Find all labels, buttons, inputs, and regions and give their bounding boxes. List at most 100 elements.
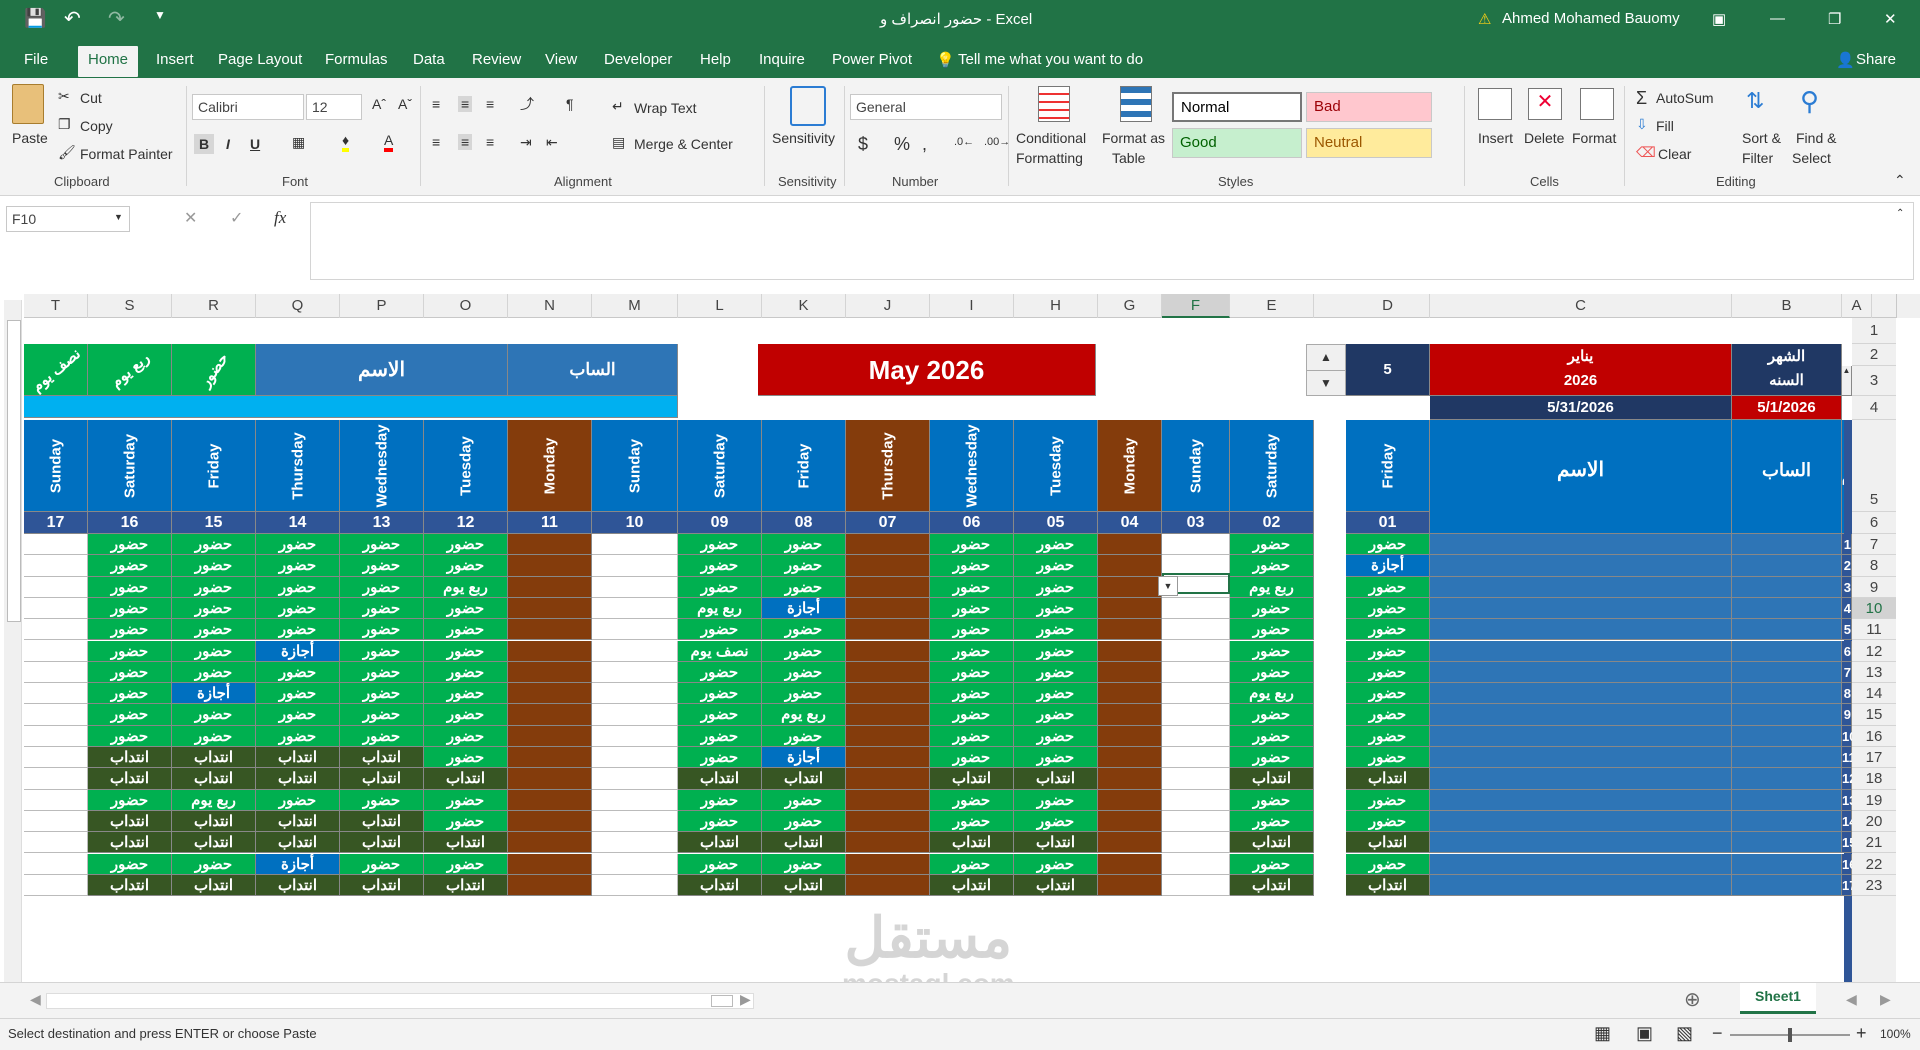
attendance-cell[interactable]: حضور	[424, 661, 508, 684]
holiday-cell[interactable]	[508, 683, 592, 705]
holiday-cell[interactable]	[846, 853, 930, 875]
currency-icon[interactable]: $	[858, 134, 868, 155]
attendance-cell[interactable]: حضور	[88, 683, 172, 705]
holiday-cell[interactable]	[508, 789, 592, 811]
indent-icon[interactable]: ⇥	[520, 134, 532, 151]
attendance-cell[interactable]: حضور	[762, 534, 846, 556]
validation-dropdown-icon[interactable]: ▼	[1158, 576, 1178, 596]
attendance-cell[interactable]: انتداب	[762, 874, 846, 897]
attendance-cell[interactable]: حضور	[930, 853, 1014, 875]
employee-sab-cell[interactable]	[1732, 640, 1842, 662]
attendance-cell[interactable]: حضور	[762, 640, 846, 662]
holiday-cell[interactable]	[1098, 832, 1162, 854]
attendance-cell[interactable]: حضور	[1346, 853, 1430, 875]
holiday-cell[interactable]	[508, 534, 592, 556]
attendance-cell[interactable]: حضور	[340, 640, 424, 662]
minimize-icon[interactable]: —	[1770, 10, 1785, 27]
attendance-cell[interactable]: حضور	[1014, 619, 1098, 641]
empty-day-cell[interactable]	[24, 640, 88, 662]
empty-day-cell[interactable]	[1162, 534, 1230, 556]
holiday-cell[interactable]	[846, 597, 930, 620]
attendance-cell[interactable]: حضور	[678, 789, 762, 811]
align-middle-icon[interactable]: ≡	[458, 96, 473, 112]
conditional-formatting-button-2[interactable]: Formatting	[1016, 150, 1083, 166]
attendance-cell[interactable]: حضور	[1346, 619, 1430, 641]
holiday-cell[interactable]	[1098, 725, 1162, 747]
employee-number-cell[interactable]: 16	[1842, 853, 1852, 875]
empty-day-cell[interactable]	[1162, 789, 1230, 811]
attendance-cell[interactable]: حضور	[1346, 683, 1430, 705]
attendance-cell[interactable]: حضور	[678, 576, 762, 598]
align-top-icon[interactable]: ≡	[432, 96, 440, 112]
employee-sab-cell[interactable]	[1732, 832, 1842, 854]
attendance-cell[interactable]: حضور	[172, 534, 256, 556]
shrink-font-icon[interactable]: Aˇ	[398, 96, 412, 112]
attendance-cell[interactable]: حضور	[88, 534, 172, 556]
holiday-cell[interactable]	[846, 534, 930, 556]
percent-icon[interactable]: %	[894, 134, 910, 155]
delete-cells-icon[interactable]: ✕	[1528, 88, 1562, 120]
attendance-cell[interactable]: انتداب	[340, 832, 424, 854]
attendance-cell[interactable]: حضور	[1230, 704, 1314, 726]
scroll-left-icon[interactable]: ◀	[30, 991, 41, 1008]
empty-day-cell[interactable]	[592, 640, 678, 662]
empty-day-cell[interactable]	[24, 789, 88, 811]
employee-number-cell[interactable]: 9	[1842, 704, 1852, 726]
italic-button[interactable]: I	[226, 136, 230, 152]
attendance-cell[interactable]: حضور	[256, 704, 340, 726]
attendance-cell[interactable]: ربع يوم	[1230, 683, 1314, 705]
attendance-cell[interactable]: انتداب	[256, 832, 340, 854]
attendance-cell[interactable]: انتداب	[256, 874, 340, 897]
employee-sab-cell[interactable]	[1732, 747, 1842, 769]
holiday-cell[interactable]	[846, 768, 930, 790]
align-left-icon[interactable]: ≡	[432, 134, 440, 150]
column-header-s[interactable]: S	[88, 294, 172, 318]
attendance-cell[interactable]: حضور	[1346, 640, 1430, 662]
attendance-cell[interactable]: حضور	[762, 810, 846, 833]
attendance-cell[interactable]: حضور	[762, 853, 846, 875]
holiday-cell[interactable]	[1098, 747, 1162, 769]
attendance-cell[interactable]: حضور	[762, 619, 846, 641]
attendance-cell[interactable]: انتداب	[424, 874, 508, 897]
employee-number-cell[interactable]: 12	[1842, 768, 1852, 790]
attendance-cell[interactable]: حضور	[172, 576, 256, 598]
font-color-icon[interactable]: A	[384, 132, 394, 152]
empty-day-cell[interactable]	[1162, 853, 1230, 875]
tab-file[interactable]: File	[24, 51, 48, 68]
spin-up-icon[interactable]: ▲	[1307, 345, 1345, 371]
style-neutral[interactable]: Neutral	[1306, 128, 1432, 158]
employee-name-cell[interactable]	[1430, 534, 1732, 556]
attendance-cell[interactable]: حضور	[1014, 597, 1098, 620]
column-header-d[interactable]: D	[1346, 294, 1430, 318]
attendance-cell[interactable]: أجازة	[172, 683, 256, 705]
row-header-5[interactable]: 5	[1852, 420, 1896, 512]
name-box-dropdown-icon[interactable]: ▼	[114, 212, 123, 222]
maximize-icon[interactable]: ❐	[1828, 10, 1841, 28]
attendance-cell[interactable]: انتداب	[1014, 874, 1098, 897]
row-header-10[interactable]: 10	[1852, 597, 1896, 620]
holiday-cell[interactable]	[508, 747, 592, 769]
employee-sab-cell[interactable]	[1732, 576, 1842, 598]
empty-day-cell[interactable]	[592, 597, 678, 620]
attendance-cell[interactable]: حضور	[256, 576, 340, 598]
attendance-cell[interactable]: حضور	[930, 683, 1014, 705]
share-icon[interactable]: 👤	[1836, 51, 1855, 69]
holiday-cell[interactable]	[508, 555, 592, 577]
row-header-8[interactable]: 8	[1852, 555, 1896, 577]
attendance-cell[interactable]: حضور	[340, 619, 424, 641]
attendance-cell[interactable]: انتداب	[1346, 874, 1430, 897]
attendance-cell[interactable]: حضور	[88, 704, 172, 726]
attendance-cell[interactable]: انتداب	[930, 768, 1014, 790]
number-format-select[interactable]: General	[850, 94, 1002, 120]
empty-day-cell[interactable]	[24, 853, 88, 875]
empty-day-cell[interactable]	[592, 789, 678, 811]
attendance-cell[interactable]: حضور	[1014, 534, 1098, 556]
row-header-19[interactable]: 19	[1852, 790, 1896, 811]
holiday-cell[interactable]	[1098, 704, 1162, 726]
tab-help[interactable]: Help	[700, 51, 731, 68]
grow-font-icon[interactable]: Aˆ	[372, 96, 386, 112]
attendance-cell[interactable]: حضور	[1346, 725, 1430, 747]
attendance-cell[interactable]: حضور	[424, 810, 508, 833]
holiday-cell[interactable]	[508, 576, 592, 598]
attendance-cell[interactable]: حضور	[930, 534, 1014, 556]
